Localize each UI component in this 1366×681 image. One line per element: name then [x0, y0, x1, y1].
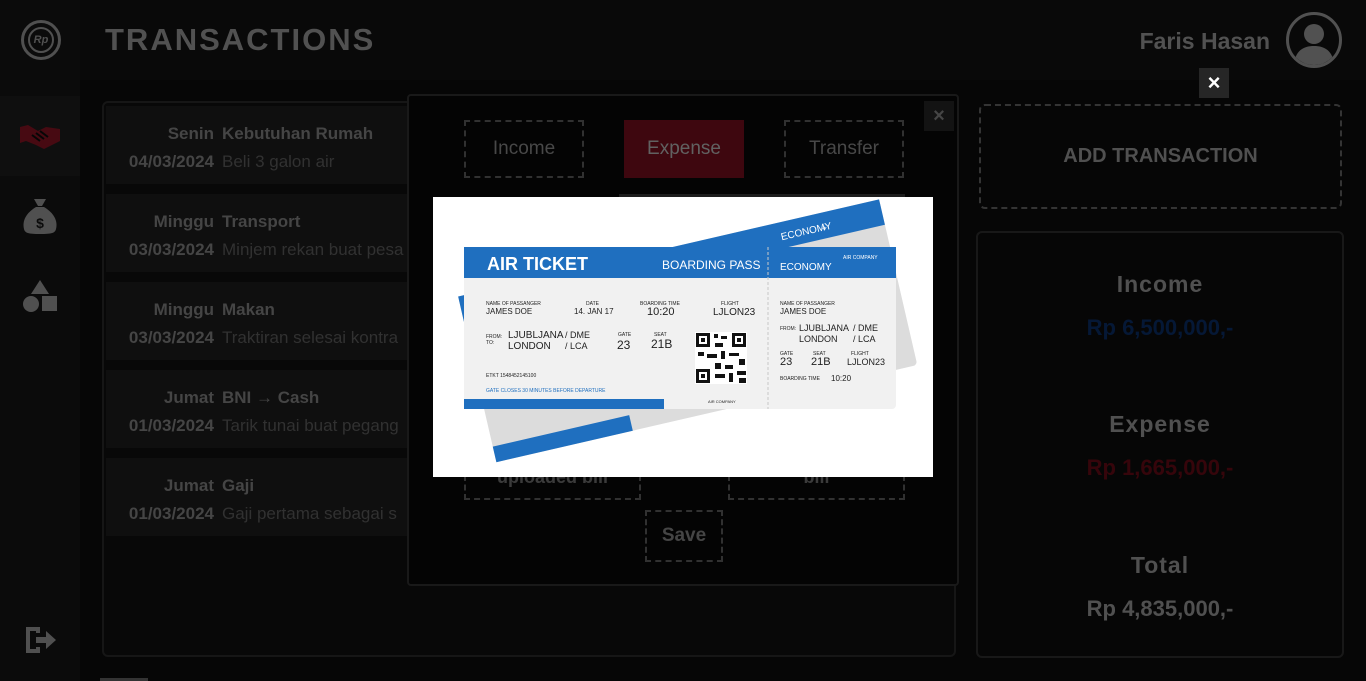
stub-from-label: FROM:	[780, 326, 796, 332]
etkt-number: ETKT 1548452145100	[486, 373, 536, 379]
seat-value: 21B	[651, 337, 672, 351]
ticket-company-bottom: AIR COMPANY	[708, 399, 736, 404]
date-value: 14. JAN 17	[574, 307, 614, 316]
stub-boarding-time-value: 10:20	[831, 374, 852, 383]
from-code: / DME	[565, 330, 590, 340]
gate-value: 23	[617, 338, 631, 352]
gate-closes-note: GATE CLOSES 30 MINUTES BEFORE DEPARTURE	[486, 388, 606, 394]
stub-to-code: / LCA	[853, 334, 876, 344]
to-code: / LCA	[565, 341, 588, 351]
app-window: Rp $ TRANSACTIONS Faris Hasan Senin 04/0…	[0, 0, 1366, 681]
boarding-time-value: 10:20	[647, 306, 675, 318]
air-ticket-image: ECONOMY ✈ AIR TICKET BOARDING PASS ECONO…	[433, 197, 933, 477]
stub-from-code: / DME	[853, 323, 878, 333]
flight-value: LJLON23	[713, 307, 756, 318]
ticket-title: AIR TICKET	[487, 254, 588, 274]
ticket-company: AIR COMPANY	[843, 255, 878, 261]
from-city: LJUBLJANA	[508, 330, 564, 341]
stub-gate-value: 23	[780, 356, 792, 368]
stub-passenger-name: JAMES DOE	[780, 307, 826, 316]
passenger-name: JAMES DOE	[486, 307, 532, 316]
stub-boarding-time-label: BOARDING TIME	[780, 376, 821, 382]
to-city: LONDON	[508, 341, 551, 352]
ticket-pass-label: BOARDING PASS	[662, 258, 760, 272]
lightbox-close-button[interactable]: ×	[1199, 68, 1229, 98]
stub-flight-value: LJLON23	[847, 357, 885, 367]
stub-from-city: LJUBLJANA	[799, 323, 849, 333]
ticket-class: ECONOMY	[780, 262, 832, 273]
stub-seat-value: 21B	[811, 356, 831, 368]
qr-code	[695, 332, 747, 384]
stub-to-city: LONDON	[799, 334, 838, 344]
to-label: TO:	[486, 340, 494, 346]
bill-image-preview: ECONOMY ✈ AIR TICKET BOARDING PASS ECONO…	[433, 197, 933, 477]
